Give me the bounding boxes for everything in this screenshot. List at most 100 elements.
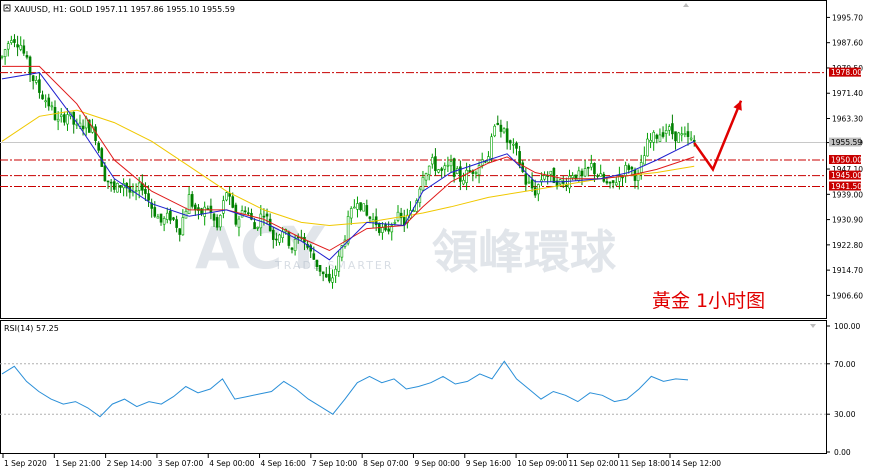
- candle-body: [13, 39, 16, 43]
- candle-body: [247, 212, 250, 215]
- candle-body: [175, 219, 178, 228]
- candle-body: [421, 177, 425, 191]
- candle-body: [387, 228, 390, 232]
- candle-body: [334, 268, 337, 276]
- candle-body: [533, 187, 537, 196]
- candle-body: [527, 181, 531, 184]
- rsi-label: RSI(14) 57.25: [4, 324, 59, 333]
- time-tick-label: 4 Sep 16:00: [261, 459, 307, 468]
- time-tick-label: 3 Sep 07:00: [158, 459, 204, 468]
- current-price-tag: 1955.59: [829, 137, 862, 147]
- candle-body: [63, 114, 66, 123]
- candle-body: [262, 215, 266, 218]
- candle-body: [586, 166, 590, 169]
- candle-body: [583, 168, 587, 177]
- candle-body: [237, 218, 241, 228]
- candle-body: [194, 204, 197, 211]
- time-tick-label: 8 Sep 07:00: [363, 459, 409, 468]
- candle-body: [493, 125, 496, 137]
- candle-body: [661, 132, 665, 137]
- candle-body: [34, 80, 38, 83]
- time-tick-label: 7 Sep 10:00: [312, 459, 358, 468]
- price-tick-label: 1971.40: [832, 89, 863, 98]
- candle-body: [28, 56, 32, 76]
- candle-body: [649, 140, 652, 143]
- chart-menu-icon[interactable]: [3, 4, 11, 12]
- candle-body: [203, 206, 206, 217]
- candle-body: [293, 238, 297, 251]
- candle-body: [109, 181, 113, 184]
- candle-body: [452, 158, 456, 177]
- time-tick-label: 10 Sep 09:00: [517, 459, 567, 468]
- candle-body: [169, 210, 172, 221]
- chart-symbol-line: XAUUSD, H1: GOLD 1957.11 1957.86 1955.10…: [14, 5, 235, 14]
- rsi-pane-frame: [0, 320, 827, 454]
- candle-body: [209, 205, 213, 213]
- candle-body: [462, 179, 465, 185]
- candle-body: [349, 208, 353, 219]
- candle-body: [234, 204, 238, 225]
- time-tick-label: 4 Sep 00:00: [209, 459, 255, 468]
- candle-body: [165, 212, 169, 220]
- candle-body: [231, 196, 235, 208]
- candle-body: [159, 213, 163, 223]
- candle-body: [212, 213, 216, 221]
- candle-body: [677, 132, 680, 143]
- rsi-tick-label: 30.00: [834, 410, 856, 419]
- time-tick-label: 2 Sep 14:00: [107, 459, 153, 468]
- candle-body: [393, 222, 397, 224]
- time-tick-label: 1 Sep 21:00: [55, 459, 101, 468]
- candle-body: [172, 217, 175, 220]
- price-tick-label: 1995.70: [832, 13, 863, 22]
- candle-body: [608, 181, 612, 184]
- price-tick-label: 1914.70: [832, 266, 863, 275]
- price-tick-label: 1963.30: [832, 115, 863, 124]
- candle-body: [667, 126, 671, 131]
- candle-body: [624, 165, 627, 176]
- time-tick-label: 9 Sep 00:00: [414, 459, 460, 468]
- candle-body: [275, 238, 278, 241]
- candle-body: [437, 169, 440, 173]
- candle-body: [144, 189, 147, 194]
- candle-body: [543, 175, 546, 180]
- time-tick-label: 1 Sep 2020: [4, 459, 47, 468]
- candle-body: [381, 227, 384, 233]
- rsi-tick-label: 0.00: [834, 448, 851, 457]
- candle-body: [0, 55, 4, 58]
- candle-body: [614, 182, 618, 186]
- candle-body: [440, 168, 443, 171]
- candle-body: [643, 155, 646, 165]
- candle-body: [568, 175, 571, 189]
- watermark-tagline: TRADE SMARTER: [274, 259, 394, 272]
- candle-body: [153, 207, 157, 217]
- candle-body: [599, 173, 602, 177]
- candle-body: [646, 138, 649, 157]
- chart-window: ACY 領峰環球 TRADE SMARTER 1995.70 1987.60 197…: [0, 0, 870, 472]
- candle-body: [256, 227, 259, 229]
- candle-body: [362, 203, 366, 212]
- candle-body: [116, 183, 119, 193]
- time-tick-label: 11 Sep 02:00: [568, 459, 618, 468]
- candle-body: [134, 190, 138, 193]
- candle-body: [490, 136, 493, 159]
- candle-body: [318, 264, 322, 272]
- current-price-label: 1955.59: [831, 138, 862, 147]
- price-tick-label: 1939.00: [832, 190, 863, 199]
- candle-body: [178, 228, 182, 235]
- candle-body: [103, 165, 107, 182]
- candle-body: [434, 156, 437, 171]
- candle-body: [446, 164, 450, 167]
- candle-body: [215, 217, 219, 228]
- candle-body: [368, 216, 372, 219]
- candle-body: [353, 206, 356, 209]
- rsi-axis: 100.00 70.00 30.00 0.00: [826, 320, 860, 457]
- price-level-label: 1945.00: [831, 171, 862, 180]
- rsi-tick-label: 70.00: [834, 360, 856, 369]
- candle-body: [530, 179, 534, 189]
- candle-body: [59, 114, 63, 117]
- timeframe-annotation: 黃金 1小时图: [652, 290, 765, 312]
- candle-body: [596, 175, 599, 177]
- watermark-brand-cn: 領峰環球: [432, 225, 617, 279]
- candle-body: [206, 208, 210, 210]
- candle-body: [81, 125, 85, 130]
